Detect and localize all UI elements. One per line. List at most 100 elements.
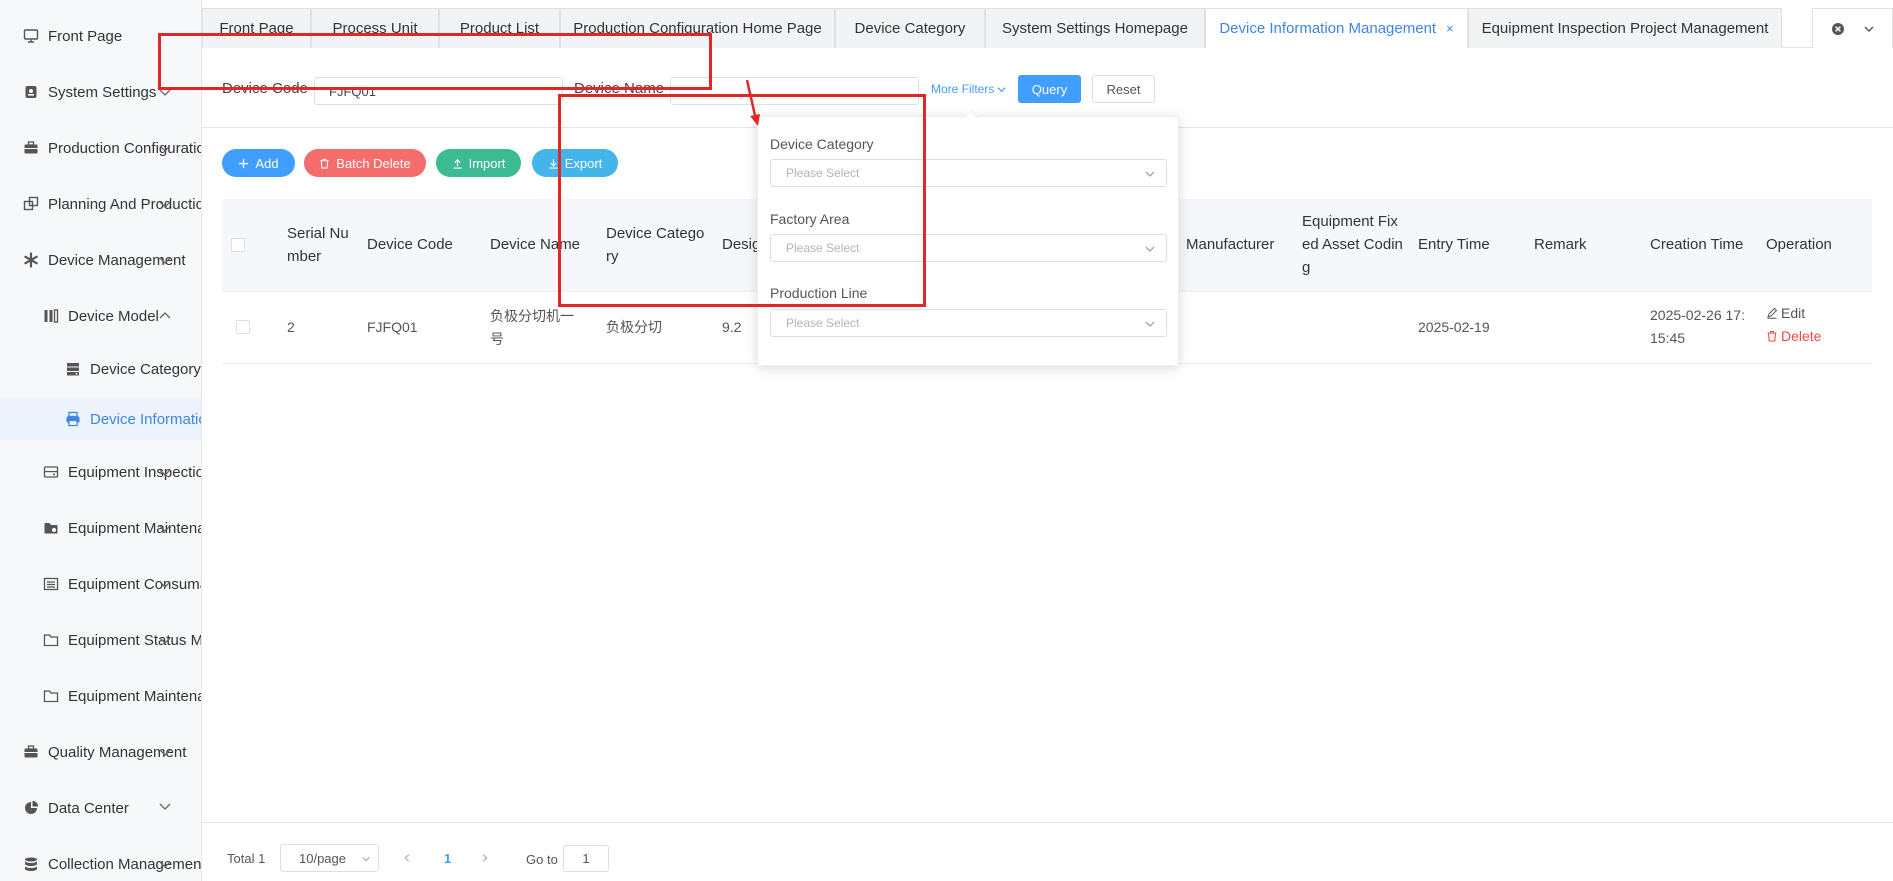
pagination: Total 1 10/page 1 Go to 1: [202, 822, 1893, 881]
export-button[interactable]: Export: [532, 149, 618, 177]
sidebar-item-label: Device Category: [90, 360, 201, 378]
sidebar-item-front-page[interactable]: Front Page: [0, 16, 201, 56]
cell-device-category: 负极分切: [606, 319, 662, 335]
device-code-value: FJFQ01: [329, 83, 376, 99]
sidebar-item-production-configuration[interactable]: Production Configuration: [0, 128, 201, 168]
batch-delete-button[interactable]: Batch Delete: [304, 149, 426, 177]
sidebar: Front Page System Settings Production Co…: [0, 0, 202, 881]
delete-link[interactable]: Delete: [1766, 328, 1821, 344]
header-device-category: Device Catego ry: [606, 225, 705, 265]
query-button[interactable]: Query: [1018, 75, 1081, 103]
chevron-down-icon: [159, 145, 171, 152]
production-line-select[interactable]: Please Select: [770, 309, 1167, 337]
device-code-input[interactable]: FJFQ01: [314, 77, 563, 105]
chevron-down-icon: [997, 86, 1006, 92]
cell-design: 9.2: [722, 319, 742, 335]
tab-label: Process Unit: [332, 20, 418, 37]
cell-device-code: FJFQ01: [367, 319, 418, 335]
sidebar-item-system-settings[interactable]: System Settings: [0, 72, 201, 112]
tab-production-configuration-home[interactable]: Production Configuration Home Page: [560, 8, 835, 48]
download-icon: [549, 158, 558, 169]
edit-link[interactable]: Edit: [1766, 305, 1805, 321]
factory-area-label: Factory Area: [770, 211, 850, 227]
printer-icon: [64, 410, 82, 428]
current-page[interactable]: 1: [444, 851, 451, 866]
sidebar-item-label: Equipment Status Ma: [68, 631, 202, 649]
sidebar-item-label: Device Model: [68, 307, 159, 325]
device-category-select[interactable]: Please Select: [770, 159, 1167, 187]
lock-icon: [22, 83, 40, 101]
asterisk-icon: [22, 251, 40, 269]
sidebar-item-planning-and-production[interactable]: Planning And Production: [0, 184, 201, 224]
select-placeholder: Please Select: [786, 241, 860, 255]
chevron-down-icon: [159, 257, 171, 264]
folder-icon: [42, 687, 60, 705]
header-entry-time: Entry Time: [1418, 236, 1490, 253]
chevron-down-icon: [1145, 171, 1155, 177]
tab-bar: Front Page Process Unit Product List Pro…: [202, 0, 1893, 48]
factory-area-select[interactable]: Please Select: [770, 234, 1167, 262]
tab-close-icon[interactable]: ×: [1446, 21, 1454, 36]
sidebar-item-device-category[interactable]: Device Category: [0, 349, 201, 389]
pagination-total: Total 1: [227, 851, 266, 866]
tab-label: Device Information Management: [1219, 20, 1437, 37]
sidebar-item-equipment-status[interactable]: Equipment Status Ma: [0, 620, 202, 660]
import-button[interactable]: Import: [436, 149, 521, 177]
tab-process-unit[interactable]: Process Unit: [311, 8, 439, 48]
device-code-label: Device Code: [222, 80, 308, 97]
close-circle-icon[interactable]: [1831, 22, 1845, 36]
sidebar-item-equipment-consumables[interactable]: Equipment Consumables: [0, 564, 201, 604]
delete-label: Delete: [1781, 328, 1822, 344]
header-device-code: Device Code: [367, 236, 453, 253]
tab-device-category[interactable]: Device Category: [835, 8, 985, 48]
tab-product-list[interactable]: Product List: [439, 8, 560, 48]
page-size-select[interactable]: 10/page: [280, 844, 379, 872]
more-filters-link[interactable]: More Filters: [931, 82, 1007, 96]
tab-front-page[interactable]: Front Page: [202, 8, 311, 48]
chevron-down-icon: [159, 89, 171, 96]
header-manufacturer: Manufacturer: [1186, 236, 1275, 253]
sidebar-item-equipment-maintenance[interactable]: Equipment Maintenance: [0, 508, 201, 548]
trash-icon: [320, 158, 329, 169]
tab-label: Front Page: [219, 20, 294, 37]
select-all-checkbox[interactable]: [231, 238, 245, 252]
sidebar-item-label: Equipment Inspection: [68, 463, 202, 481]
chevron-down-icon: [159, 803, 171, 810]
copy-icon: [22, 195, 40, 213]
tab-system-settings-homepage[interactable]: System Settings Homepage: [985, 8, 1205, 48]
sidebar-item-label: System Settings: [48, 83, 157, 101]
columns-icon: [42, 307, 60, 325]
tab-label: Equipment Inspection Project Management: [1481, 20, 1769, 37]
sidebar-item-device-model[interactable]: Device Model: [0, 296, 201, 336]
sidebar-item-label: Device Information: [90, 410, 201, 428]
more-filters-popover: Device Category Please Select Factory Ar…: [757, 110, 1179, 366]
chevron-down-icon[interactable]: [1863, 23, 1875, 35]
sidebar-item-collection-management[interactable]: Collection Management: [0, 844, 201, 881]
cell-serial: 2: [287, 319, 295, 335]
goto-input[interactable]: 1: [563, 845, 609, 872]
monitor-icon: [22, 27, 40, 45]
reset-button[interactable]: Reset: [1092, 75, 1155, 103]
row-checkbox[interactable]: [236, 320, 250, 334]
edit-icon: [1767, 307, 1778, 319]
chevron-down-icon: [159, 861, 171, 868]
sidebar-item-equipment-inspection[interactable]: Equipment Inspection: [0, 452, 202, 492]
cell-device-name: 负极分切机一号: [490, 308, 574, 347]
sidebar-item-device-management[interactable]: Device Management: [0, 240, 201, 280]
popover-arrow: [964, 110, 978, 118]
tab-equipment-inspection-project[interactable]: Equipment Inspection Project Management: [1468, 8, 1782, 48]
device-name-input[interactable]: [670, 77, 919, 105]
chevron-down-icon: [159, 525, 171, 532]
server-icon: [64, 360, 82, 378]
sidebar-item-data-center[interactable]: Data Center: [0, 788, 201, 828]
page-size-value: 10/page: [299, 850, 346, 866]
add-button[interactable]: Add: [222, 149, 295, 177]
header-fixed-asset-coding: Equipment Fix ed Asset Codin g: [1302, 213, 1403, 276]
next-page-icon[interactable]: [480, 853, 490, 863]
sidebar-item-quality-management[interactable]: Quality Management: [0, 732, 201, 772]
prev-page-icon[interactable]: [402, 853, 412, 863]
sidebar-item-device-information[interactable]: Device Information: [0, 398, 201, 440]
sidebar-item-equipment-maintenance-2[interactable]: Equipment Maintenance: [0, 676, 201, 716]
tab-device-information-management[interactable]: Device Information Management ×: [1205, 8, 1468, 48]
more-filters-label: More Filters: [931, 82, 995, 96]
